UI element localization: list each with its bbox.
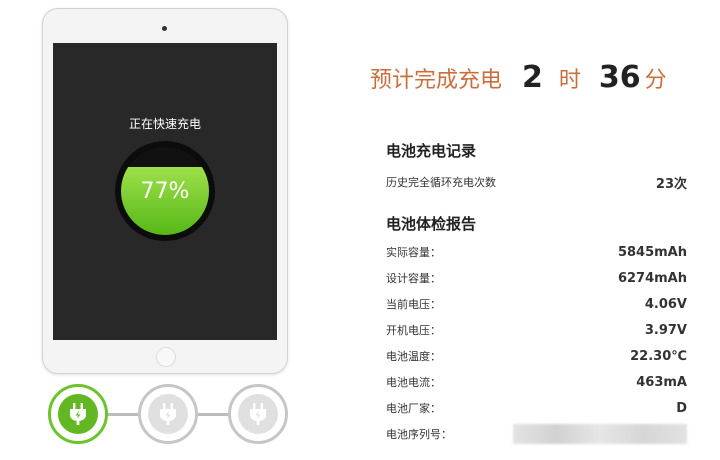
row-label: 电池厂家： bbox=[386, 402, 441, 415]
row-value: 4.06V bbox=[644, 296, 687, 312]
row-label: 当前电压： bbox=[386, 298, 441, 311]
row-label: 开机电压： bbox=[386, 324, 441, 337]
plug-icon bbox=[160, 403, 176, 425]
hours-unit: 时 bbox=[558, 68, 581, 93]
battery-gauge: 77% bbox=[115, 141, 215, 241]
estimate-hours: 2 bbox=[522, 60, 543, 95]
health-report-title: 电池体检报告 bbox=[386, 215, 477, 233]
row-label: 实际容量： bbox=[386, 246, 441, 259]
plug-icon bbox=[70, 403, 86, 425]
charge-record-title: 电池充电记录 bbox=[386, 142, 477, 160]
row-value: 5845mAh bbox=[617, 244, 687, 260]
stage-trickle-charge[interactable] bbox=[228, 384, 288, 444]
row-value: 3.97V bbox=[644, 322, 687, 338]
row-value: 463mA bbox=[636, 374, 687, 390]
ipad-device: 正在快速充电 77% bbox=[42, 8, 288, 374]
device-screen: 正在快速充电 77% bbox=[53, 43, 277, 340]
row-label: 电池温度： bbox=[386, 350, 441, 363]
charging-status-text: 正在快速充电 bbox=[128, 117, 201, 131]
battery-temperature-row: 电池温度： 22.30℃ bbox=[386, 345, 687, 367]
row-label: 电池序列号： bbox=[386, 428, 452, 441]
battery-percent: 77% bbox=[140, 178, 190, 204]
row-label: 电池电流： bbox=[386, 376, 441, 389]
design-capacity-row: 设计容量： 6274mAh bbox=[386, 267, 687, 289]
battery-serial-row: 电池序列号： bbox=[386, 423, 687, 445]
camera-dot bbox=[162, 26, 167, 31]
battery-current-row: 电池电流： 463mA bbox=[386, 371, 687, 393]
row-label: 设计容量： bbox=[386, 272, 441, 285]
row-value: 23次 bbox=[655, 176, 687, 192]
charging-stages bbox=[48, 384, 288, 444]
estimated-completion: 预计完成充电 2 时 36 分 bbox=[370, 60, 667, 95]
actual-capacity-row: 实际容量： 5845mAh bbox=[386, 241, 687, 263]
boot-voltage-row: 开机电压： 3.97V bbox=[386, 319, 687, 341]
home-button bbox=[156, 347, 176, 367]
current-voltage-row: 当前电压： 4.06V bbox=[386, 293, 687, 315]
stage-fast-charge[interactable] bbox=[48, 384, 108, 444]
serial-number-redacted bbox=[513, 424, 687, 444]
estimate-label: 预计完成充电 bbox=[370, 68, 503, 93]
plug-icon bbox=[250, 403, 266, 425]
minutes-unit: 分 bbox=[644, 68, 667, 93]
estimate-minutes: 36 bbox=[598, 60, 641, 95]
battery-manufacturer-row: 电池厂家： D bbox=[386, 397, 687, 419]
cycle-count-row: 历史完全循环充电次数 23次 bbox=[386, 171, 687, 193]
row-value: 22.30℃ bbox=[630, 348, 687, 364]
row-value: D bbox=[676, 400, 687, 416]
row-value: 6274mAh bbox=[617, 270, 687, 286]
stage-continuous-charge[interactable] bbox=[138, 384, 198, 444]
row-label: 历史完全循环充电次数 bbox=[386, 176, 496, 189]
